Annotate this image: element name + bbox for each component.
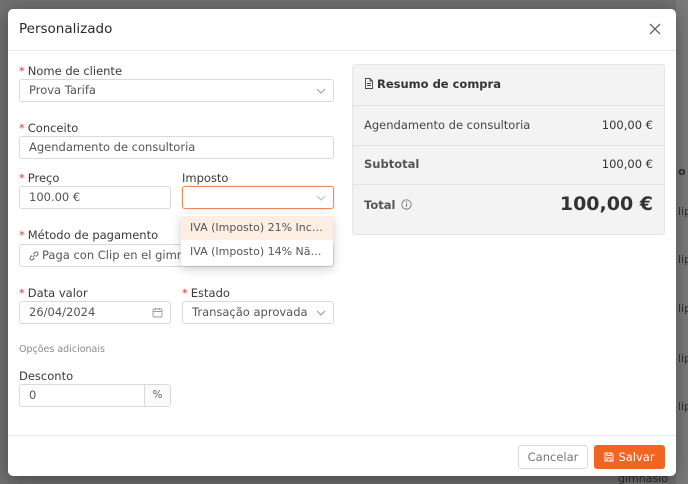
tax-label: Imposto (182, 171, 229, 185)
summary-divider (353, 105, 664, 106)
background-fragment: lip (678, 352, 688, 365)
link-icon (29, 251, 39, 261)
background-fragment: o (678, 165, 686, 178)
modal-footer: Cancelar Salvar (8, 435, 676, 476)
document-icon (365, 78, 373, 89)
modal-title: Personalizado (19, 21, 113, 37)
concept-input-value: Agendamento de consultoria (29, 140, 196, 154)
close-icon[interactable] (647, 21, 663, 37)
percent-addon: % (144, 385, 170, 406)
summary-title: Resumo de compra (364, 77, 501, 91)
discount-label: Desconto (19, 369, 74, 383)
summary-subtotal-row: Subtotal 100,00 € (364, 157, 653, 171)
background-left-strip (0, 0, 8, 484)
price-input[interactable]: 100.00 € (19, 186, 171, 209)
save-icon (604, 452, 614, 462)
concept-label: * Conceito (19, 121, 79, 135)
price-input-value: 100.00 € (29, 190, 81, 204)
additional-options-heading: Opções adicionais (19, 344, 105, 355)
status-select-value: Transação aprovada (192, 305, 308, 319)
client-select[interactable]: Prova Tarifa (19, 79, 334, 102)
client-label: * Nome de cliente (19, 64, 123, 78)
summary-total-row: Total 100,00 € (364, 193, 653, 215)
payment-label: * Método de pagamento (19, 228, 159, 242)
discount-input-value: 0 (29, 388, 37, 402)
modal-header: Personalizado (8, 9, 676, 51)
background-fragment: lip (678, 400, 688, 413)
client-select-value: Prova Tarifa (29, 83, 96, 97)
save-button-label: Salvar (618, 450, 655, 464)
custom-charge-modal: Personalizado * Nome de cliente Prova Tar… (8, 9, 676, 476)
chevron-down-icon (316, 310, 326, 316)
chevron-down-icon (316, 195, 326, 201)
summary-divider (353, 184, 664, 185)
price-label: * Preço (19, 171, 60, 185)
tax-option[interactable]: IVA (Imposto) 14% Não incluído (181, 240, 333, 264)
tax-select[interactable] (182, 186, 334, 209)
discount-input[interactable]: 0 % (19, 384, 171, 407)
tax-dropdown-menu: IVA (Imposto) 21% Incluído IVA (Imposto)… (181, 214, 333, 266)
subtotal-value: 100,00 € (601, 157, 653, 171)
background-fragment: lip (678, 253, 688, 266)
summary-divider (353, 145, 664, 146)
date-input[interactable]: 26/04/2024 (19, 301, 171, 324)
purchase-summary: Resumo de compra Agendamento de consulto… (352, 64, 665, 235)
info-icon[interactable] (401, 199, 413, 210)
calendar-icon (152, 308, 163, 318)
chevron-down-icon (316, 88, 326, 94)
tax-option[interactable]: IVA (Imposto) 21% Incluído (181, 216, 333, 240)
subtotal-label: Subtotal (364, 157, 420, 171)
summary-item-row: Agendamento de consultoria 100,00 € (364, 118, 653, 132)
total-value: 100,00 € (559, 193, 653, 215)
status-label: * Estado (182, 286, 230, 300)
summary-item-price: 100,00 € (601, 118, 653, 132)
background-fragment: lip (678, 302, 688, 315)
save-button[interactable]: Salvar (594, 445, 665, 469)
date-label: * Data valor (19, 286, 88, 300)
concept-input[interactable]: Agendamento de consultoria (19, 136, 334, 159)
summary-item-name: Agendamento de consultoria (364, 118, 531, 132)
total-label: Total (364, 198, 396, 212)
cancel-button[interactable]: Cancelar (518, 445, 588, 469)
date-input-value: 26/04/2024 (29, 305, 96, 319)
background-fragment: lip (678, 205, 688, 218)
status-select[interactable]: Transação aprovada (182, 301, 334, 324)
